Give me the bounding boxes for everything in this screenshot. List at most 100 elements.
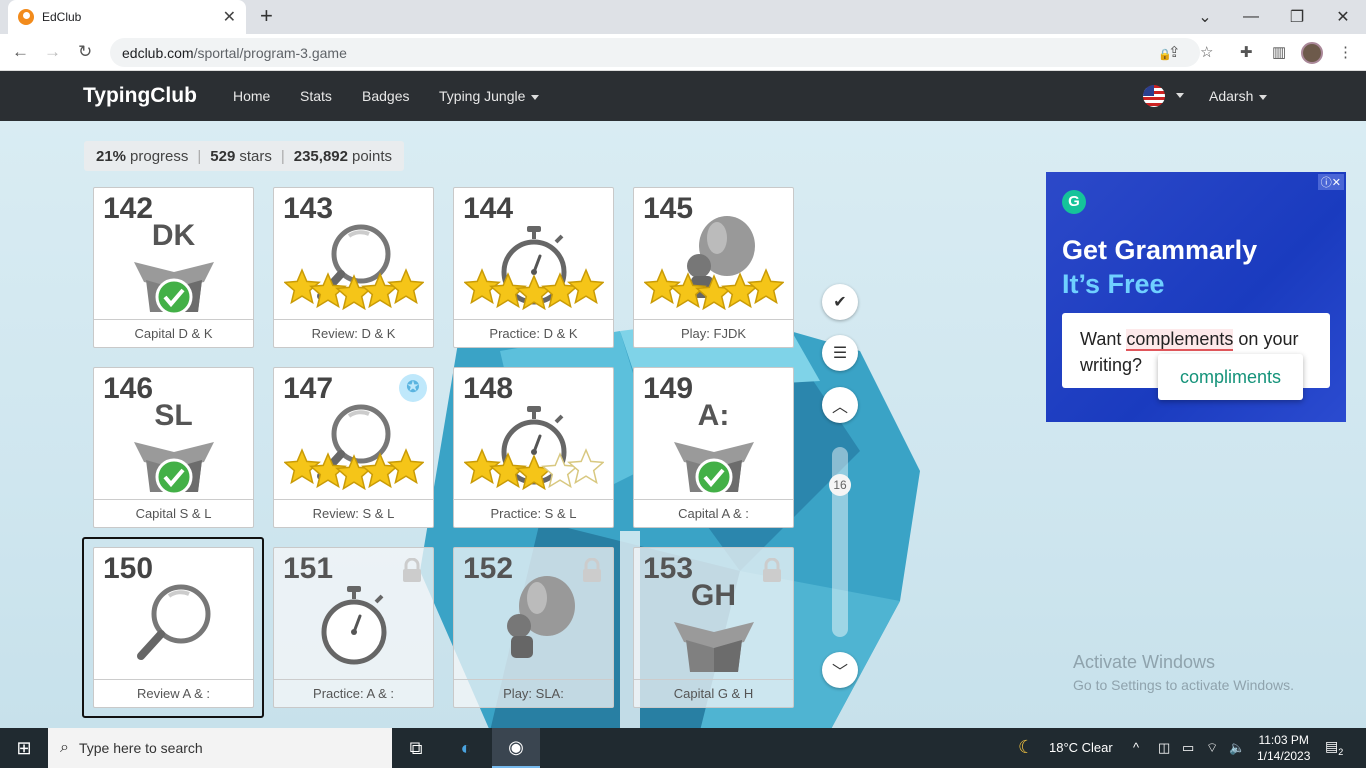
lesson-label: Capital S & L <box>94 499 253 527</box>
nav-badges-link[interactable]: Badges <box>362 88 409 104</box>
lesson-card-153[interactable]: 153 GH Capital G & H <box>633 547 794 708</box>
game-character-icon <box>489 576 579 671</box>
stars-value: 529 <box>210 147 236 165</box>
tray-network-icon[interactable]: ◫ <box>1158 740 1170 756</box>
weather-text[interactable]: 18°C Clear <box>1049 740 1113 755</box>
completed-check-icon <box>155 278 193 321</box>
lesson-label: Practice: S & L <box>454 499 613 527</box>
clock-time: 11:03 PM <box>1258 733 1309 747</box>
chevron-down-icon <box>1176 92 1184 98</box>
lesson-card-146[interactable]: 146 SL Capital S & L <box>93 367 254 528</box>
windows-taskbar: ⊞ ⌕ Type here to search ⧉ ◐ ◉ ☾ 18°C Cle… <box>0 728 1366 768</box>
lesson-label: Review: S & L <box>274 499 433 527</box>
scroll-down-button[interactable]: ﹀ <box>822 652 858 688</box>
ad-text-before: Want <box>1080 329 1122 349</box>
profile-avatar[interactable] <box>1301 42 1323 64</box>
address-bar-row: ← → ↻ 🔒 edclub.com/sportal/program-3.gam… <box>0 34 1366 71</box>
lesson-number: 148 <box>463 372 514 405</box>
watermark-subtitle: Go to Settings to activate Windows. <box>1073 677 1294 693</box>
lesson-card-143[interactable]: 143 Review: D & K <box>273 187 434 348</box>
star-rating <box>283 266 425 315</box>
edclub-favicon-icon <box>18 9 34 25</box>
lesson-label: Play: SLA: <box>454 679 613 707</box>
chrome-taskbar-icon[interactable]: ◉ <box>492 728 540 768</box>
chevron-up-icon: ︿ <box>831 399 848 416</box>
tab-search-icon[interactable]: ⌄ <box>1182 0 1228 34</box>
scroll-up-button[interactable]: ︿ <box>822 387 858 423</box>
taskbar-search[interactable]: ⌕ Type here to search <box>48 728 392 768</box>
nav-home-link[interactable]: Home <box>233 88 270 104</box>
lesson-letters: DK <box>151 219 196 252</box>
url-path: /sportal/program-3.game <box>193 44 347 61</box>
points-value: 235,892 <box>293 147 348 165</box>
lesson-label: Capital D & K <box>94 319 253 347</box>
user-menu-dropdown[interactable]: Adarsh <box>1209 88 1268 104</box>
lesson-card-148[interactable]: 148 Practice: S & L <box>453 367 614 528</box>
bookmark-star-icon[interactable]: ☆ <box>1200 43 1213 61</box>
lesson-card-152[interactable]: 152 Play: SLA: <box>453 547 614 708</box>
task-view-icon[interactable]: ⧉ <box>392 728 440 768</box>
lesson-card-149[interactable]: 149 A: Capital A & : <box>633 367 794 528</box>
stopwatch-icon <box>314 584 394 673</box>
clock[interactable]: 11:03 PM 1/14/2023 <box>1257 732 1310 764</box>
lesson-map: 21% progress | 529 stars | 235,892 points 1… <box>0 121 1366 728</box>
lesson-letters: GH <box>691 579 736 612</box>
wifi-icon[interactable]: ⌔ <box>1206 740 1218 756</box>
minimize-button[interactable]: — <box>1228 0 1274 34</box>
restore-button[interactable]: ❐ <box>1274 0 1320 34</box>
ad-suggestion: compliments <box>1158 354 1303 400</box>
menu-kebab-icon[interactable]: ⋮ <box>1338 43 1353 61</box>
star-rating <box>463 446 605 495</box>
list-menu-button[interactable]: ☰ <box>822 335 858 371</box>
completed-check-icon <box>155 458 193 501</box>
chevron-down-icon <box>1259 94 1268 100</box>
stars-label: stars <box>239 147 272 165</box>
url-field[interactable]: 🔒 edclub.com/sportal/program-3.game <box>110 38 1200 67</box>
scroll-page-indicator[interactable]: 16 <box>829 474 851 496</box>
grammarly-ad[interactable]: ⓘ✕ G Get Grammarly It’s Free Want comple… <box>1046 172 1346 422</box>
lesson-label: Play: FJDK <box>634 319 793 347</box>
close-window-button[interactable]: ✕ <box>1320 0 1366 34</box>
lock-icon <box>581 557 603 582</box>
new-tab-button[interactable]: + <box>260 5 273 27</box>
ad-subheadline: It’s Free <box>1062 269 1165 299</box>
lesson-label: Capital A & : <box>634 499 793 527</box>
nav-jungle-dropdown[interactable]: Typing Jungle <box>439 88 540 104</box>
lesson-card-142[interactable]: 142 DK Capital D & K <box>93 187 254 348</box>
app-pinned-icon[interactable]: ◐ <box>442 728 490 768</box>
back-icon[interactable]: ← <box>12 42 29 62</box>
progress-value: 21% <box>96 147 127 165</box>
browser-tab-active[interactable]: EdClub ✕ <box>8 0 246 34</box>
ad-info-icon[interactable]: ⓘ✕ <box>1317 174 1344 190</box>
side-panel-icon[interactable]: ▥ <box>1272 43 1286 61</box>
windows-start-icon[interactable]: ⊞ <box>0 728 48 768</box>
user-name: Adarsh <box>1209 88 1254 104</box>
lesson-card-151[interactable]: 151 Practice: A & : <box>273 547 434 708</box>
notification-center-icon[interactable]: ▤2 <box>1325 738 1343 757</box>
completed-filter-button[interactable]: ✔ <box>822 284 858 320</box>
hamburger-icon: ☰ <box>832 345 848 362</box>
tab-close-icon[interactable]: ✕ <box>223 7 236 27</box>
tray-chevron-up-icon[interactable]: ^ <box>1133 740 1139 755</box>
forward-icon[interactable]: → <box>44 42 61 62</box>
points-label: points <box>351 147 393 165</box>
lesson-card-147[interactable]: 147 ✪ Review: S & L <box>273 367 434 528</box>
extensions-icon[interactable]: ✚ <box>1240 43 1253 61</box>
nav-stats-link[interactable]: Stats <box>300 88 332 104</box>
us-flag-icon[interactable] <box>1143 85 1165 107</box>
nav-jungle-label: Typing Jungle <box>439 88 526 104</box>
language-dropdown[interactable] <box>1170 86 1184 102</box>
check-circle-icon: ✔ <box>833 294 847 311</box>
lesson-card-144[interactable]: 144 Practice: D & K <box>453 187 614 348</box>
battery-icon[interactable]: ▭ <box>1182 740 1194 756</box>
grammarly-logo-icon: G <box>1062 190 1086 214</box>
share-icon[interactable]: ⇪ <box>1168 43 1181 61</box>
reload-icon[interactable]: ↻ <box>78 42 92 62</box>
volume-icon[interactable]: 🔈 <box>1229 740 1245 756</box>
star-rating <box>283 446 425 495</box>
star-rating <box>643 266 785 315</box>
notification-count: 2 <box>1338 746 1344 757</box>
lesson-card-145[interactable]: 145 Play: FJDK <box>633 187 794 348</box>
brand-logo[interactable]: TypingClub <box>83 84 197 108</box>
open-box-icon <box>674 614 754 679</box>
